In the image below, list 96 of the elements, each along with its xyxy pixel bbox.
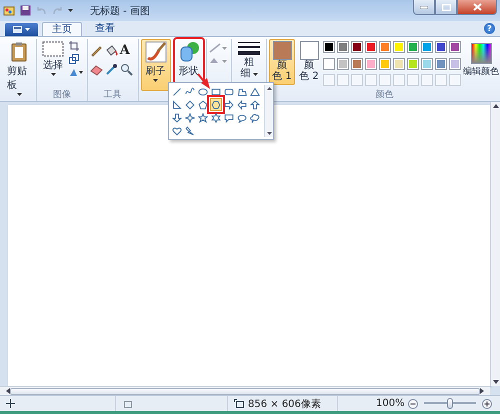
color-swatch[interactable] bbox=[351, 58, 364, 70]
zoom-out-button[interactable] bbox=[408, 398, 418, 408]
group-label: 工具 bbox=[102, 89, 123, 101]
left-arrow-shape-icon[interactable] bbox=[236, 98, 248, 111]
shapes-button[interactable]: 形状 bbox=[174, 39, 203, 83]
color-swatch[interactable] bbox=[421, 41, 434, 53]
brush-icon bbox=[144, 41, 167, 63]
crop-icon[interactable] bbox=[69, 41, 79, 51]
ribbon-tab[interactable]: 主页 bbox=[42, 22, 82, 36]
color-spectrum-icon bbox=[470, 43, 492, 64]
scrollbar-thumb[interactable] bbox=[10, 388, 480, 394]
right-triangle-shape-icon[interactable] bbox=[171, 98, 183, 111]
scroll-down-icon[interactable] bbox=[492, 380, 498, 384]
selection-rectangle-icon bbox=[42, 41, 64, 57]
star5-shape-icon[interactable] bbox=[197, 111, 209, 124]
color-swatch[interactable] bbox=[337, 41, 350, 53]
color-swatch[interactable] bbox=[323, 41, 336, 53]
scroll-up-icon[interactable] bbox=[492, 104, 498, 108]
zoom-slider-thumb[interactable] bbox=[446, 398, 453, 409]
caret-icon bbox=[68, 9, 73, 12]
caret-icon bbox=[50, 73, 56, 76]
file-menu-button[interactable] bbox=[5, 23, 38, 36]
image-size-text: 856 × 606像素 bbox=[248, 398, 321, 410]
fill-bucket-icon[interactable] bbox=[104, 44, 118, 57]
color-swatch[interactable] bbox=[365, 58, 378, 70]
magnifier-icon[interactable] bbox=[120, 63, 133, 76]
resize-icon[interactable] bbox=[69, 54, 79, 64]
caret-icon bbox=[16, 93, 22, 96]
window-title: 无标题 - 画图 bbox=[90, 4, 150, 18]
cursor-position-icon bbox=[6, 399, 15, 408]
pencil-icon[interactable] bbox=[90, 44, 103, 57]
pointer-arrow bbox=[197, 73, 210, 89]
caret-icon bbox=[153, 79, 158, 82]
selection-size-icon bbox=[122, 399, 132, 408]
image-size-icon bbox=[234, 399, 244, 408]
eraser-icon[interactable] bbox=[90, 63, 103, 76]
right-arrow-shape-icon[interactable] bbox=[223, 98, 235, 111]
star6-shape-icon[interactable] bbox=[210, 111, 222, 124]
clipboard-icon bbox=[9, 41, 29, 63]
color-swatch[interactable] bbox=[379, 58, 392, 70]
group-label: 颜色 bbox=[374, 89, 395, 101]
zoom-in-button[interactable] bbox=[482, 398, 492, 408]
gallery-scrollbar[interactable] bbox=[264, 85, 273, 137]
color-swatch[interactable] bbox=[449, 58, 462, 70]
size-button[interactable]: 粗 细 bbox=[234, 39, 264, 81]
star4-shape-icon[interactable] bbox=[184, 111, 196, 124]
brushes-button[interactable]: 刷子 bbox=[140, 39, 171, 91]
color-swatch[interactable] bbox=[323, 58, 336, 70]
color-swatch[interactable] bbox=[393, 41, 406, 53]
callout-cloud-shape-icon[interactable] bbox=[249, 111, 261, 124]
color-swatch[interactable] bbox=[435, 58, 448, 70]
color-swatch[interactable] bbox=[421, 58, 434, 70]
close-icon bbox=[472, 3, 482, 11]
window-icon bbox=[13, 26, 22, 33]
caret-icon bbox=[252, 72, 258, 76]
shapes-icon bbox=[178, 41, 200, 63]
scroll-up-icon[interactable] bbox=[266, 87, 272, 90]
color-2-button[interactable]: 颜 色 2 bbox=[296, 39, 322, 85]
color-swatch[interactable] bbox=[407, 58, 420, 70]
color-swatch[interactable] bbox=[351, 41, 364, 53]
line-widths-icon bbox=[238, 41, 260, 57]
caret-icon bbox=[25, 28, 30, 31]
color-swatch[interactable] bbox=[449, 41, 462, 53]
save-icon[interactable] bbox=[20, 5, 31, 16]
text-tool[interactable]: A bbox=[120, 44, 130, 57]
triangle-shape-icon[interactable] bbox=[249, 85, 261, 98]
hexagon-shape-icon[interactable] bbox=[210, 98, 222, 111]
color-swatch[interactable] bbox=[365, 41, 378, 53]
close-button[interactable] bbox=[457, 0, 497, 15]
color-1-button[interactable]: 颜 色 1 bbox=[269, 39, 296, 85]
pentagon-shape-icon[interactable] bbox=[197, 98, 209, 111]
rotate-icon[interactable] bbox=[69, 67, 83, 77]
paint-app-icon bbox=[3, 4, 15, 16]
diamond-shape-icon[interactable] bbox=[184, 98, 196, 111]
vertical-scrollbar[interactable] bbox=[490, 102, 500, 386]
up-arrow-shape-icon[interactable] bbox=[249, 98, 261, 111]
color-swatch[interactable] bbox=[407, 41, 420, 53]
horizontal-scrollbar[interactable] bbox=[0, 386, 490, 395]
maximize-icon bbox=[442, 4, 450, 10]
ribbon-tab[interactable]: 查看 bbox=[86, 22, 124, 36]
color-swatch[interactable] bbox=[379, 41, 392, 53]
select-button[interactable]: 选择 bbox=[39, 39, 67, 89]
maximize-button[interactable] bbox=[435, 0, 457, 15]
zoom-level-text: 100% bbox=[376, 398, 405, 409]
color-picker-icon[interactable] bbox=[104, 63, 118, 76]
minimize-button[interactable] bbox=[413, 0, 435, 15]
paste-button[interactable]: 剪贴板 bbox=[4, 39, 34, 98]
edit-colors-button[interactable]: 编辑颜色 bbox=[462, 39, 500, 89]
minimize-icon bbox=[420, 6, 428, 8]
scroll-down-icon[interactable] bbox=[266, 132, 272, 135]
color-swatch[interactable] bbox=[393, 58, 406, 70]
group-label: 图像 bbox=[52, 89, 72, 101]
color-swatch[interactable] bbox=[435, 41, 448, 53]
lightning-shape-icon[interactable] bbox=[184, 124, 196, 137]
down-arrow-shape-icon[interactable] bbox=[171, 111, 183, 124]
color-swatch[interactable] bbox=[337, 58, 350, 70]
